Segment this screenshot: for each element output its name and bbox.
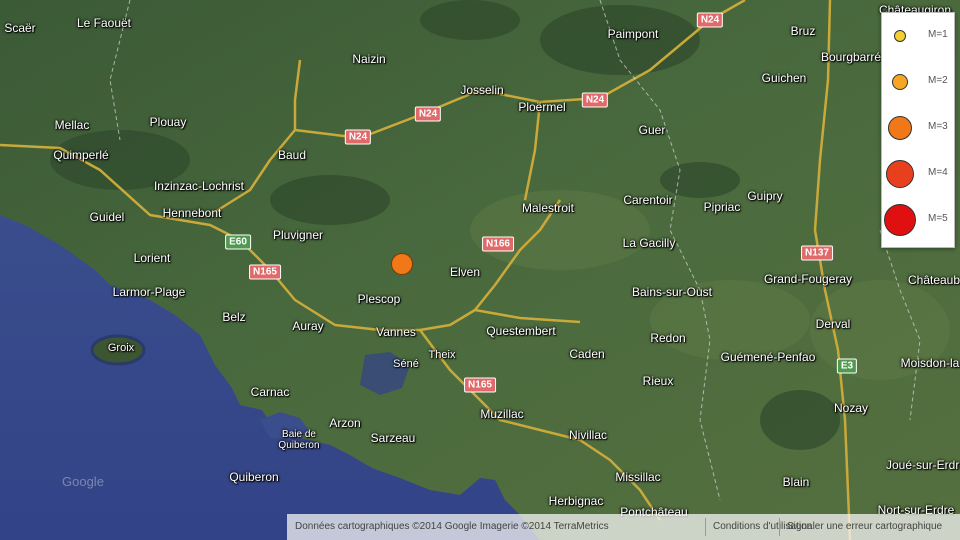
place-label-belz: Belz xyxy=(222,310,246,324)
legend-item-m1: M=1 xyxy=(882,13,954,59)
legend-label: M=2 xyxy=(928,75,948,86)
place-label-baud: Baud xyxy=(277,148,307,162)
legend-label: M=5 xyxy=(928,213,948,224)
place-label-nivillac: Nivillac xyxy=(568,428,608,442)
legend-item-m2: M=2 xyxy=(882,59,954,105)
earthquake-marker[interactable] xyxy=(391,253,413,275)
legend-circle-icon xyxy=(888,116,912,140)
place-label-malestroit: Malestroit xyxy=(521,201,575,215)
place-label-herbignac: Herbignac xyxy=(548,494,604,508)
place-label-vannes: Vannes xyxy=(376,325,416,339)
road-shield-n165: N165 xyxy=(464,377,496,393)
place-label-ploermel: Ploërmel xyxy=(518,100,566,114)
place-label-bruz: Bruz xyxy=(790,24,816,38)
place-label-bourgbarre: Bourgbarré xyxy=(820,50,882,64)
legend-label: M=1 xyxy=(928,29,948,40)
place-label-plouay: Plouay xyxy=(149,115,187,129)
place-label-caden: Caden xyxy=(569,347,605,361)
road-shield-n165: N165 xyxy=(249,264,281,280)
place-label-mellac: Mellac xyxy=(54,118,90,132)
place-label-guipry: Guipry xyxy=(747,189,783,203)
place-label-plescop: Plescop xyxy=(357,292,401,306)
legend-label: M=4 xyxy=(928,167,948,178)
legend-circle-icon xyxy=(892,74,908,90)
place-label-moisdon: Moisdon-la xyxy=(900,356,960,370)
place-label-groix: Groix xyxy=(107,342,135,354)
place-label-blain: Blain xyxy=(782,475,810,489)
place-label-pluvigner: Pluvigner xyxy=(272,228,324,242)
legend-item-m4: M=4 xyxy=(882,151,954,197)
place-label-carnac: Carnac xyxy=(250,385,290,399)
place-label-quimperle: Quimperlé xyxy=(53,148,109,162)
place-label-muzillac: Muzillac xyxy=(480,407,524,421)
place-label-paimpont: Paimpont xyxy=(607,27,659,41)
place-label-naizin: Naizin xyxy=(352,52,386,66)
legend-item-m3: M=3 xyxy=(882,105,954,151)
place-label-grand-fougeray: Grand-Fougeray xyxy=(763,272,853,286)
place-label-bains-sur-oust: Bains-sur-Oust xyxy=(631,285,713,299)
legend-item-m5: M=5 xyxy=(882,197,954,243)
road-shield-n24: N24 xyxy=(696,12,724,28)
place-label-le-faouet: Le Faouët xyxy=(76,16,132,30)
place-label-pipriac: Pipriac xyxy=(703,200,741,214)
google-watermark: Google xyxy=(62,474,104,489)
place-label-guer: Guer xyxy=(638,123,666,137)
road-shield-n24: N24 xyxy=(414,106,442,122)
place-label-redon: Redon xyxy=(650,331,686,345)
place-label-josselin: Josselin xyxy=(460,83,504,97)
place-label-chateaubriant: Châteaub xyxy=(907,273,960,287)
place-label-derval: Derval xyxy=(815,317,851,331)
place-label-inzinzac-lochrist: Inzinzac-Lochrist xyxy=(153,179,245,193)
road-shield-e3: E3 xyxy=(836,358,858,374)
place-label-sarzeau: Sarzeau xyxy=(370,431,416,445)
attribution-data: Données cartographiques ©2014 Google Ima… xyxy=(295,521,609,532)
place-label-guidel: Guidel xyxy=(89,210,125,224)
place-label-guichen: Guichen xyxy=(761,71,807,85)
place-label-lorient: Lorient xyxy=(133,251,171,265)
place-label-missillac: Missillac xyxy=(615,470,661,484)
place-label-questembert: Questembert xyxy=(486,324,556,338)
place-label-joue-sur-erdre: Joué-sur-Erdre xyxy=(885,458,960,472)
legend-circle-icon xyxy=(886,160,914,188)
legend-label: M=3 xyxy=(928,121,948,132)
place-label-nozay: Nozay xyxy=(833,401,869,415)
place-label-la-gacilly: La Gacilly xyxy=(622,236,676,250)
place-label-quiberon: Quiberon xyxy=(229,470,279,484)
road-shield-n137: N137 xyxy=(801,245,833,261)
legend-circle-icon xyxy=(894,30,906,42)
place-label-theix: Theix xyxy=(428,349,456,361)
place-label-arzon: Arzon xyxy=(329,416,361,430)
place-label-auray: Auray xyxy=(292,319,324,333)
place-label-scaer: Scaër xyxy=(4,21,36,35)
road-shield-e60: E60 xyxy=(225,234,251,250)
road-shield-n24: N24 xyxy=(581,92,609,108)
legend-circle-icon xyxy=(884,204,916,236)
place-label-larmor-plage: Larmor-Plage xyxy=(112,285,186,299)
place-label-elven: Elven xyxy=(449,265,481,279)
place-label-rieux: Rieux xyxy=(642,374,674,388)
map-canvas[interactable]: Google Scaër Le Faouët Naizin Paimpont Bruz B… xyxy=(0,0,960,540)
place-label-sene: Séné xyxy=(393,358,419,370)
place-label-carentoir: Carentoir xyxy=(623,193,673,207)
report-error-link[interactable]: Signaler une erreur cartographique xyxy=(787,514,942,540)
magnitude-legend: M=1 M=2 M=3 M=4 M=5 xyxy=(881,12,955,248)
place-label-baie-de-quiberon: Baie de Quiberon xyxy=(278,429,320,451)
place-label-guemene-penfao: Guémené-Penfao xyxy=(720,350,816,364)
road-shield-n166: N166 xyxy=(482,236,514,252)
place-label-hennebont: Hennebont xyxy=(162,206,222,220)
road-shield-n24: N24 xyxy=(344,129,372,145)
map-attribution: Données cartographiques ©2014 Google Ima… xyxy=(287,514,960,540)
